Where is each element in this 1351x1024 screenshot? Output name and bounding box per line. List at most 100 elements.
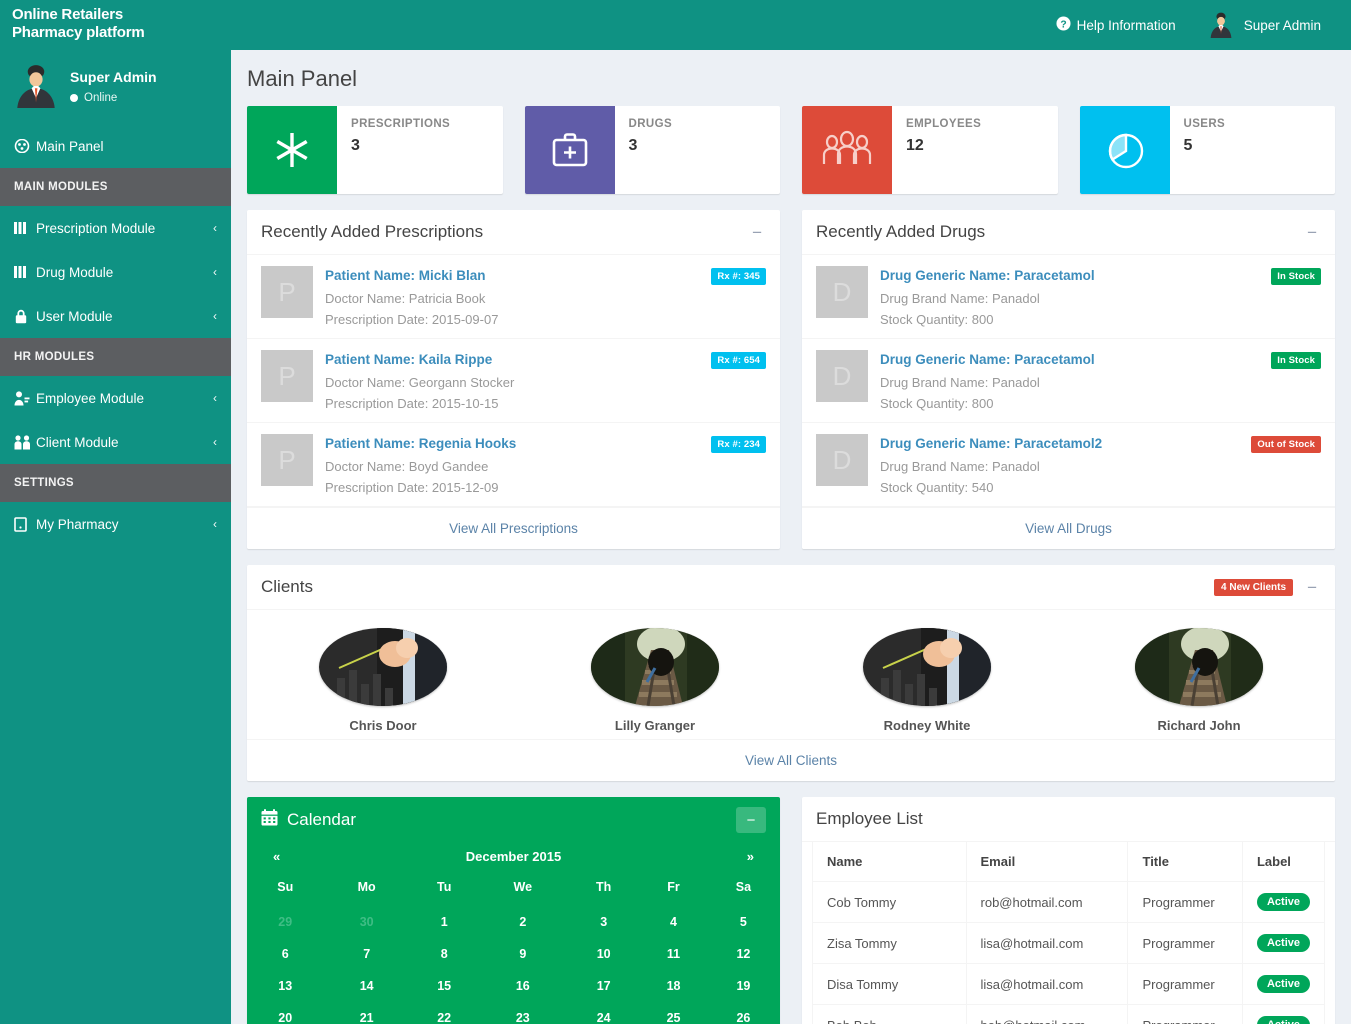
list-item[interactable]: D Drug Generic Name: Paracetamol Drug Br… [802,255,1335,339]
calendar-day[interactable]: 29 [247,906,323,938]
collapse-icon[interactable]: − [1303,577,1321,598]
calendar-weekday: Su [277,880,294,894]
calendar-day[interactable]: 14 [323,970,409,1002]
table-row[interactable]: Bob Bob bob@hotmail.com Programmer Activ… [812,1004,1326,1024]
calendar-day[interactable]: 22 [410,1002,479,1024]
sidebar-item-my-pharmacy-label: My Pharmacy [36,516,119,532]
drug-generic-name[interactable]: Drug Generic Name: Paracetamol [880,268,1095,283]
calendar-day[interactable]: 26 [707,1002,780,1024]
calendar-prev-button[interactable]: « [273,849,303,864]
calendar-day[interactable]: 1 [410,906,479,938]
calendar-grid: Su Mo Tu We Th Fr Sa 29 30 1 2 3 4 5 6 7… [247,874,780,1024]
sidebar-item-employee-module[interactable]: Employee Module ‹ [0,376,231,420]
view-all-prescriptions-link[interactable]: View All Prescriptions [449,521,578,536]
calendar-day[interactable]: 8 [410,938,479,970]
employee-title: Programmer [1127,881,1243,923]
calendar-day[interactable]: 9 [478,938,567,970]
list-item[interactable]: D Drug Generic Name: Paracetamol Drug Br… [802,339,1335,423]
employee-title: Programmer [1127,922,1243,964]
stat-card-employees-value: 12 [906,137,924,154]
calendar-day[interactable]: 16 [478,970,567,1002]
calendar-day[interactable]: 2 [478,906,567,938]
collapse-icon[interactable]: − [736,807,766,833]
top-navbar: Online Retailers Pharmacy platform ? Hel… [0,0,1351,50]
stat-card-drugs[interactable]: DRUGS 3 [524,106,780,194]
view-all-drugs-link[interactable]: View All Drugs [1025,521,1112,536]
user-menu-label: Super Admin [1243,17,1321,33]
sidebar-item-my-pharmacy[interactable]: My Pharmacy ‹ [0,502,231,546]
sidebar-item-drug-module[interactable]: Drug Module ‹ [0,250,231,294]
collapse-icon[interactable]: − [748,222,766,243]
calendar-day[interactable]: 15 [410,970,479,1002]
employee-title: Programmer [1127,963,1243,1005]
sidebar-item-client-module[interactable]: Client Module ‹ [0,420,231,464]
drug-generic-name[interactable]: Drug Generic Name: Paracetamol [880,352,1095,367]
prescription-patient-name[interactable]: Patient Name: Regenia Hooks [325,436,516,451]
sidebar-item-user-module-label: User Module [36,308,113,324]
calendar-day[interactable]: 17 [567,970,640,1002]
sidebar-item-user-module[interactable]: User Module ‹ [0,294,231,338]
calendar-day[interactable]: 4 [640,906,707,938]
prescription-thumb-icon: P [261,350,313,402]
sidebar-section-hr-modules: HR MODULES [0,338,231,376]
client-card[interactable]: Rodney White [791,628,1063,733]
client-name: Chris Door [349,718,417,733]
calendar-day[interactable]: 3 [567,906,640,938]
calendar-day[interactable]: 7 [323,938,409,970]
table-row[interactable]: Cob Tommy rob@hotmail.com Programmer Act… [812,881,1326,923]
prescription-patient-name[interactable]: Patient Name: Kaila Rippe [325,352,492,367]
sidebar-user-panel[interactable]: Super Admin Online [0,50,231,124]
calendar-day[interactable]: 21 [323,1002,409,1024]
collapse-icon[interactable]: − [1303,222,1321,243]
stat-card-users-label: USERS [1183,118,1226,130]
app-brand[interactable]: Online Retailers Pharmacy platform [0,0,231,50]
calendar-day[interactable]: 5 [707,906,780,938]
client-card[interactable]: Chris Door [247,628,519,733]
sidebar-section-main-modules: MAIN MODULES [0,168,231,206]
calendar-day[interactable]: 13 [247,970,323,1002]
calendar-day[interactable]: 25 [640,1002,707,1024]
calendar-day[interactable]: 30 [323,906,409,938]
help-information-link[interactable]: ? Help Information [1040,0,1192,50]
table-row[interactable]: Zisa Tommy lisa@hotmail.com Programmer A… [812,922,1326,964]
calendar-day[interactable]: 6 [247,938,323,970]
client-card[interactable]: Lilly Granger [519,628,791,733]
calendar-day[interactable]: 18 [640,970,707,1002]
calendar-day[interactable]: 12 [707,938,780,970]
status-badge: Active [1256,893,1310,911]
calendar-day[interactable]: 11 [640,938,707,970]
view-all-clients-link[interactable]: View All Clients [745,753,837,768]
list-item[interactable]: P Patient Name: Kaila Rippe Doctor Name:… [247,339,780,423]
user-menu[interactable]: Super Admin [1196,0,1333,50]
column-header-email: Email [965,842,1129,882]
employee-box-header: Employee List [802,797,1335,842]
stat-card-users[interactable]: USERS 5 [1079,106,1335,194]
sidebar-item-main-panel[interactable]: Main Panel [0,124,231,168]
list-item[interactable]: P Patient Name: Regenia Hooks Doctor Nam… [247,423,780,507]
calendar-day[interactable]: 10 [567,938,640,970]
calendar-day[interactable]: 23 [478,1002,567,1024]
drug-brand-name: Drug Brand Name: Panadol [880,375,1040,390]
clients-box-footer: View All Clients [247,739,1335,781]
table-row[interactable]: Disa Tommy lisa@hotmail.com Programmer A… [812,963,1326,1005]
prescription-patient-name[interactable]: Patient Name: Micki Blan [325,268,486,283]
list-item[interactable]: P Patient Name: Micki Blan Doctor Name: … [247,255,780,339]
stat-card-prescriptions[interactable]: PRESCRIPTIONS 3 [247,106,503,194]
prescription-date: Prescription Date: 2015-12-09 [325,480,499,495]
calendar-next-button[interactable]: » [724,849,754,864]
calendar-day[interactable]: 24 [567,1002,640,1024]
clients-box-title: Clients [261,577,313,596]
calendar-day[interactable]: 20 [247,1002,323,1024]
calendar-nav: « December 2015 » [247,843,780,874]
sidebar-item-prescription-module[interactable]: Prescription Module ‹ [0,206,231,250]
drugs-list: D Drug Generic Name: Paracetamol Drug Br… [802,255,1335,507]
sidebar-user-status: Online [70,92,157,104]
calendar-header: Calendar − [247,797,780,843]
calendar-month-label: December 2015 [465,849,562,864]
client-card[interactable]: Richard John [1063,628,1335,733]
clients-box-tools: 4 New Clients − [1214,577,1321,598]
stat-card-employees[interactable]: EMPLOYEES 12 [802,106,1058,194]
drug-generic-name[interactable]: Drug Generic Name: Paracetamol2 [880,436,1102,451]
calendar-day[interactable]: 19 [707,970,780,1002]
list-item[interactable]: D Drug Generic Name: Paracetamol2 Drug B… [802,423,1335,507]
